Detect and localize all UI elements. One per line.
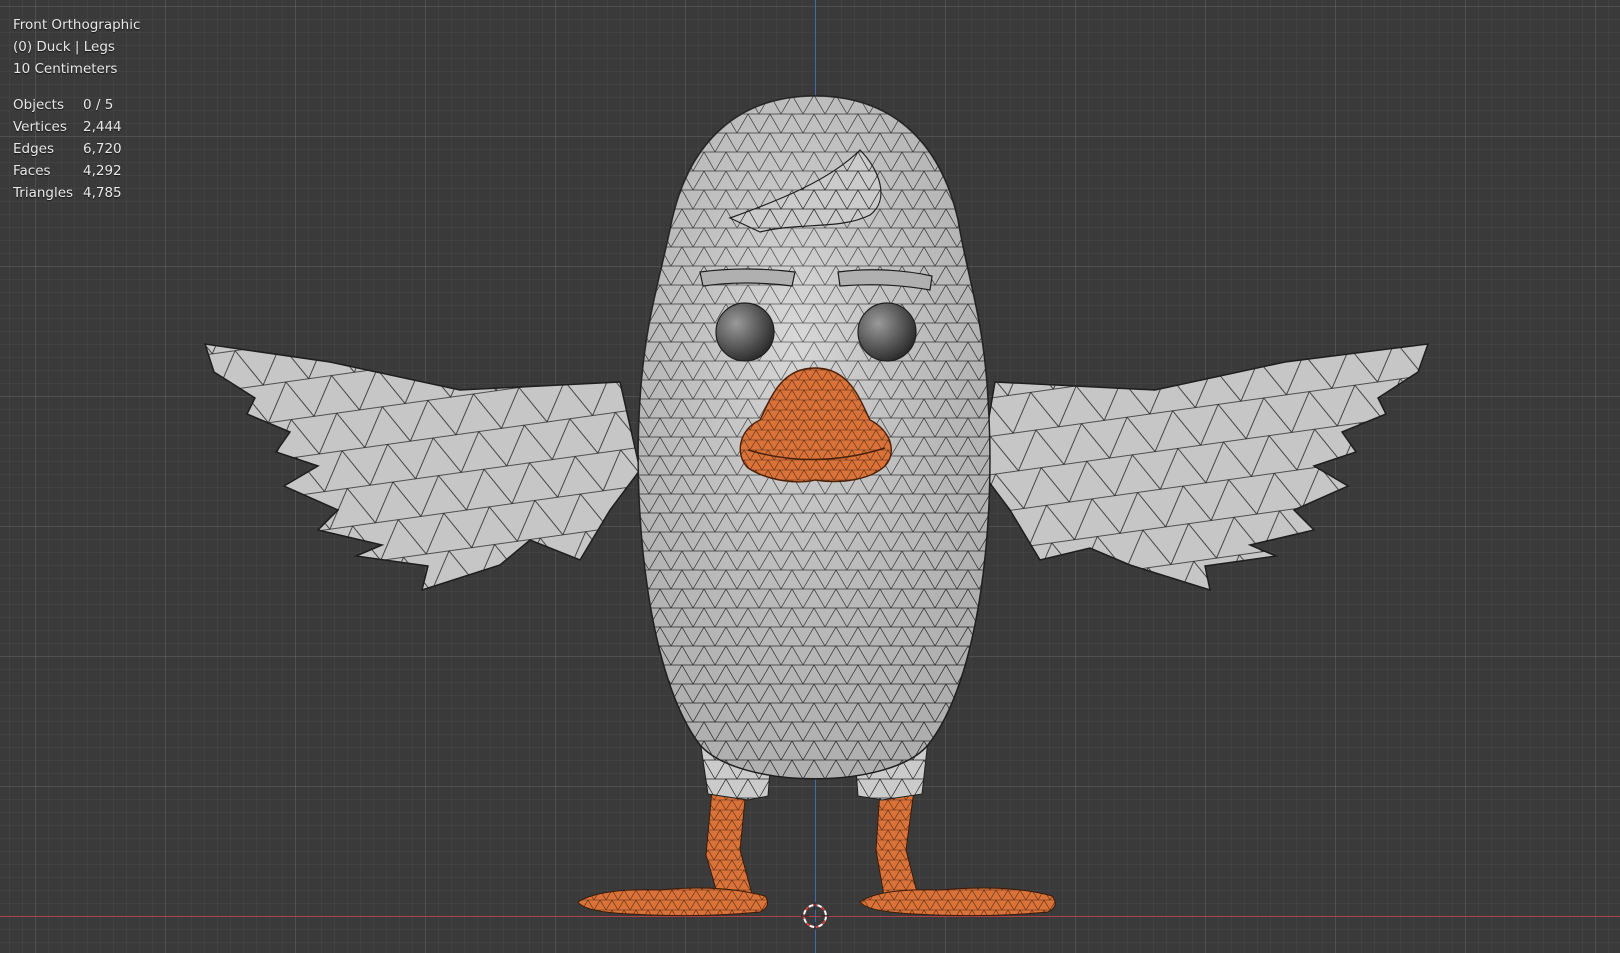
right-wing bbox=[979, 343, 1430, 592]
stat-label: Vertices bbox=[13, 119, 67, 135]
right-foot bbox=[859, 887, 1056, 917]
3d-viewport[interactable]: Front Orthographic (0) Duck | Legs 10 Ce… bbox=[0, 0, 1620, 953]
duck-model[interactable] bbox=[0, 0, 1620, 953]
viewport-text-overlay: Front Orthographic (0) Duck | Legs 10 Ce… bbox=[13, 14, 140, 204]
stat-row-vertices: Vertices 2,444 bbox=[13, 116, 140, 138]
stat-row-faces: Faces 4,292 bbox=[13, 160, 140, 182]
left-wing bbox=[203, 343, 641, 592]
left-foot bbox=[577, 887, 769, 917]
stat-value: 4,785 bbox=[83, 185, 122, 201]
stat-value: 2,444 bbox=[83, 119, 122, 135]
left-eyebrow bbox=[699, 268, 796, 287]
stat-value: 4,292 bbox=[83, 163, 122, 179]
stat-label: Faces bbox=[13, 163, 51, 179]
view-name: Front Orthographic bbox=[13, 17, 141, 33]
left-leg bbox=[705, 789, 753, 897]
right-leg bbox=[875, 789, 919, 897]
stat-row-edges: Edges 6,720 bbox=[13, 138, 140, 160]
stat-row-triangles: Triangles 4,785 bbox=[13, 182, 140, 204]
right-eye bbox=[857, 302, 917, 362]
scene-statistics: Objects 0 / 5 Vertices 2,444 Edges 6,720… bbox=[13, 94, 140, 204]
stat-value: 0 / 5 bbox=[83, 97, 114, 113]
stat-label: Edges bbox=[13, 141, 55, 157]
stat-row-objects: Objects 0 / 5 bbox=[13, 94, 140, 116]
stat-label: Objects bbox=[13, 97, 65, 113]
3d-cursor-icon[interactable] bbox=[801, 902, 829, 930]
left-eye bbox=[715, 302, 775, 362]
stat-value: 6,720 bbox=[83, 141, 122, 157]
grid-scale: 10 Centimeters bbox=[13, 61, 118, 77]
stat-label: Triangles bbox=[13, 185, 74, 201]
collection-info: (0) Duck | Legs bbox=[13, 39, 115, 55]
